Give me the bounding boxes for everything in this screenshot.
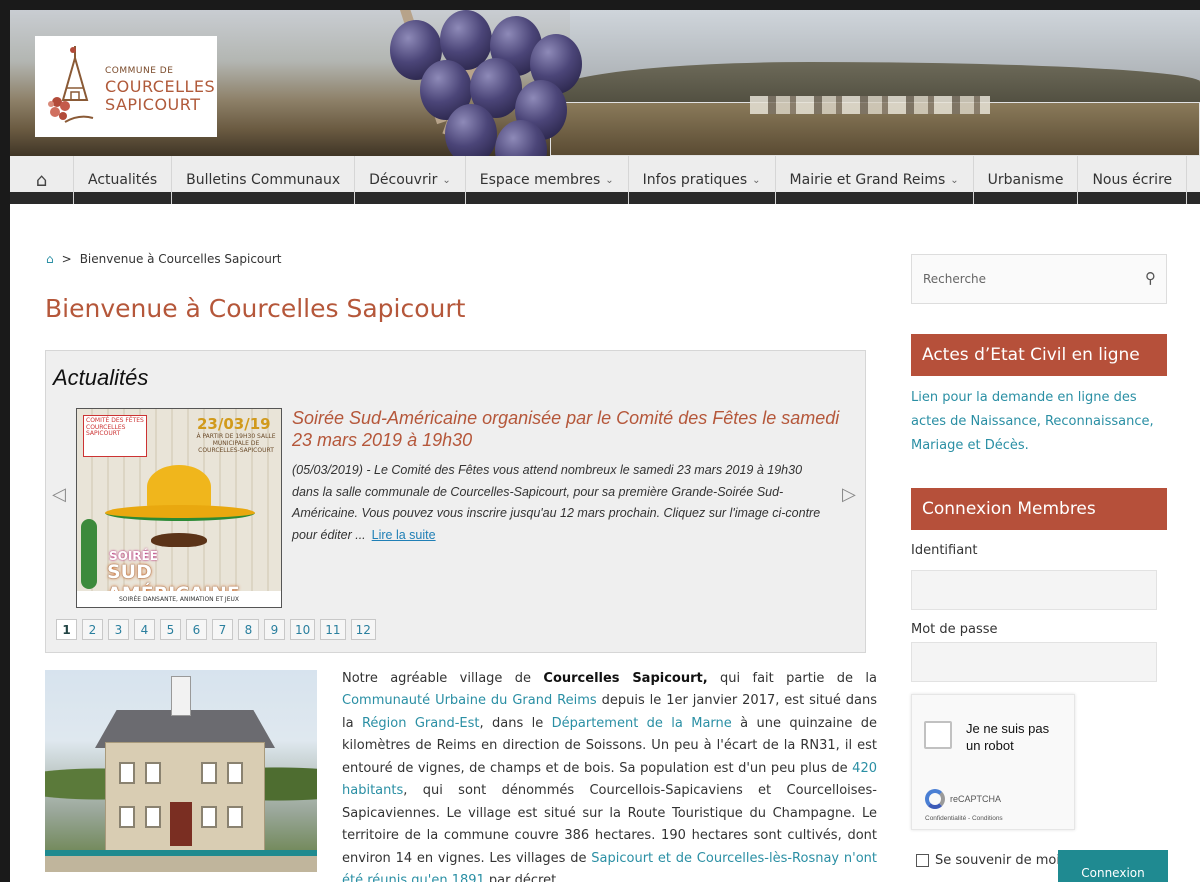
nav-item-espace-membres[interactable]: Espace membres ⌄: [466, 156, 629, 204]
page-button-3[interactable]: 3: [108, 619, 129, 640]
news-image-sign: COMITÉ DES FÊTES COURCELLES SAPICOURT: [83, 415, 147, 457]
page-button-2[interactable]: 2: [82, 619, 103, 640]
nav-item-mairie[interactable]: Mairie et Grand Reims ⌄: [776, 156, 974, 204]
header-banner: COMMUNE DE COURCELLES SAPICOURT: [10, 10, 1200, 156]
username-input[interactable]: [911, 570, 1157, 610]
site-logo[interactable]: COMMUNE DE COURCELLES SAPICOURT: [35, 36, 217, 137]
login-title: Connexion Membres: [911, 488, 1167, 530]
bell-tower: [171, 676, 191, 716]
chevron-down-icon: ⌄: [442, 174, 451, 186]
nav-item-actualites[interactable]: Actualités: [74, 156, 173, 204]
news-image-date: 23/03/19: [197, 415, 271, 433]
slider-next-arrow-icon[interactable]: ▷: [842, 484, 856, 505]
page-button-11[interactable]: 11: [320, 619, 346, 640]
link-grand-reims[interactable]: Communauté Urbaine du Grand Reims: [342, 693, 597, 708]
sombrero-icon: [147, 465, 211, 509]
cactus-icon: [81, 519, 97, 589]
remember-me[interactable]: Se souvenir de moi: [916, 853, 1060, 868]
news-slider: Actualités ◁ COMITÉ DES FÊTES COURCELLES…: [45, 350, 866, 653]
nav-item-nous-ecrire[interactable]: Nous écrire: [1078, 156, 1188, 204]
news-image-subtitle: À PARTIR DE 19H30 SALLE MUNICIPALE DE CO…: [196, 433, 276, 455]
logo-line-1: COMMUNE DE: [105, 66, 174, 76]
remember-me-checkbox[interactable]: [916, 854, 929, 867]
banner-village: [750, 96, 990, 114]
link-region-grand-est[interactable]: Région Grand-Est: [362, 716, 480, 731]
breadcrumb-home-icon[interactable]: ⌂: [46, 252, 54, 266]
search-input[interactable]: [912, 255, 1132, 303]
recaptcha-label: Je ne suis pas un robot: [966, 721, 1050, 753]
nav-item-infos-pratiques[interactable]: Infos pratiques ⌄: [629, 156, 776, 204]
page-button-5[interactable]: 5: [160, 619, 181, 640]
page: COMMUNE DE COURCELLES SAPICOURT ⌂ Actual…: [10, 10, 1200, 882]
page-button-9[interactable]: 9: [264, 619, 285, 640]
recaptcha-logo-icon: [925, 789, 945, 809]
nav-item-decouvrir[interactable]: Découvrir ⌄: [355, 156, 466, 204]
chevron-down-icon: ⌄: [752, 174, 761, 186]
banner-grapes-image: [370, 10, 590, 156]
page-button-7[interactable]: 7: [212, 619, 233, 640]
password-input[interactable]: [911, 642, 1157, 682]
page-button-10[interactable]: 10: [290, 619, 316, 640]
recaptcha-terms[interactable]: Confidentialité - Conditions: [925, 815, 1003, 822]
link-departement-marne[interactable]: Département de la Marne: [552, 716, 732, 731]
civil-status-link[interactable]: Lien pour la demande en ligne des actes …: [911, 386, 1167, 458]
intro-text: Notre agréable village de Courcelles Sap…: [342, 668, 877, 882]
recaptcha-checkbox[interactable]: [924, 721, 952, 749]
page-title: Bienvenue à Courcelles Sapicourt: [45, 294, 466, 323]
church-emblem-icon: [48, 46, 94, 123]
login-button[interactable]: Connexion: [1058, 850, 1168, 882]
nav-item-urbanisme[interactable]: Urbanisme: [974, 156, 1079, 204]
slider-prev-arrow-icon[interactable]: ◁: [52, 484, 66, 505]
civil-status-title: Actes d’Etat Civil en ligne: [911, 334, 1167, 376]
page-button-4[interactable]: 4: [134, 619, 155, 640]
nav-home-icon[interactable]: ⌂: [10, 156, 74, 204]
slider-pagination: 1 2 3 4 5 6 7 8 9 10 11 12: [56, 619, 376, 640]
logo-line-2: COURCELLES: [105, 77, 216, 96]
logo-line-3: SAPICOURT: [105, 95, 201, 114]
chevron-down-icon: ⌄: [605, 174, 614, 186]
search-icon[interactable]: ⚲: [1145, 269, 1156, 287]
remember-me-label: Se souvenir de moi: [935, 853, 1060, 868]
town-hall-photo: [45, 670, 317, 872]
news-heading: Actualités: [53, 365, 149, 390]
password-label: Mot de passe: [911, 622, 998, 637]
breadcrumb-separator: >: [61, 252, 72, 266]
breadcrumb-current: Bienvenue à Courcelles Sapicourt: [79, 252, 282, 266]
recaptcha-widget: Je ne suis pas un robot reCAPTCHA Confid…: [911, 694, 1075, 830]
main-navigation: ⌂ Actualités Bulletins Communaux Découvr…: [10, 156, 1200, 204]
recaptcha-brand: reCAPTCHA: [950, 794, 1002, 804]
page-button-1[interactable]: 1: [56, 619, 77, 640]
news-image-footer: SOIRÉE DANSANTE, ANIMATION ET JEUX: [77, 591, 281, 607]
news-excerpt: (05/03/2019) - Le Comité des Fêtes vous …: [292, 463, 821, 542]
chevron-down-icon: ⌄: [950, 174, 959, 186]
page-button-6[interactable]: 6: [186, 619, 207, 640]
page-button-12[interactable]: 12: [350, 619, 376, 640]
nav-item-bulletins[interactable]: Bulletins Communaux: [172, 156, 356, 204]
news-image[interactable]: COMITÉ DES FÊTES COURCELLES SAPICOURT 23…: [76, 408, 282, 608]
news-title[interactable]: Soirée Sud-Américaine organisée par le C…: [292, 408, 852, 452]
breadcrumb: ⌂ > Bienvenue à Courcelles Sapicourt: [46, 252, 282, 266]
username-label: Identifiant: [911, 543, 978, 558]
read-more-link[interactable]: Lire la suite: [372, 528, 436, 542]
search-box: ⚲: [911, 254, 1167, 304]
page-button-8[interactable]: 8: [238, 619, 259, 640]
mustache-icon: [151, 533, 207, 547]
village-name: Courcelles Sapicourt,: [543, 671, 708, 686]
